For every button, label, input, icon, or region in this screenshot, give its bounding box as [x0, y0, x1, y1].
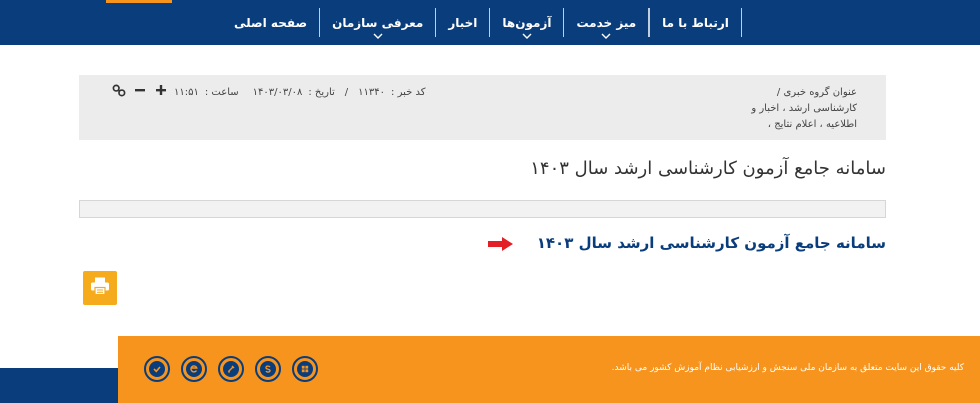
news-code-label: کد خبر :: [391, 86, 426, 98]
footer: کلیه حقوق این سایت متعلق به سازمان ملی س…: [118, 336, 980, 403]
print-icon: [90, 277, 110, 299]
copyright-text: کلیه حقوق این سایت متعلق به سازمان ملی س…: [611, 363, 964, 373]
news-group-label: عنوان گروه خبری /: [776, 87, 857, 98]
nav-item-about[interactable]: معرفی سازمان: [320, 8, 437, 39]
chevron-down-icon: [373, 33, 383, 39]
social-check-icon[interactable]: [144, 356, 170, 382]
arrow-right-icon: [487, 236, 513, 251]
article-link-row: سامانه جامع آزمون کارشناسی ارشد سال ۱۴۰۳: [487, 234, 886, 252]
print-button[interactable]: [83, 271, 117, 305]
nav-item-label: صفحه اصلی: [234, 15, 308, 30]
nav-item-label: اخبار: [448, 15, 478, 30]
font-size-tools: [112, 83, 168, 97]
social-e-icon[interactable]: [181, 356, 207, 382]
main-menu: صفحه اصلی معرفی سازمان اخبار آزمون‌ها می…: [222, 8, 744, 39]
content-divider-bar: [79, 200, 886, 218]
minus-icon[interactable]: [133, 83, 147, 97]
chevron-down-icon: [522, 33, 532, 39]
plus-icon[interactable]: [154, 83, 168, 97]
news-group-link[interactable]: کارشناسی ارشد ، اخبار و: [697, 101, 857, 117]
social-grid-icon[interactable]: [292, 356, 318, 382]
nav-item-contact[interactable]: ارتباط با ما: [649, 8, 742, 37]
news-date-value: ۱۴۰۳/۰۳/۰۸: [252, 86, 303, 98]
page-title: سامانه جامع آزمون کارشناسی ارشد سال ۱۴۰۳: [530, 158, 886, 179]
link-icon[interactable]: [112, 83, 126, 97]
nav-item-home[interactable]: صفحه اصلی: [222, 8, 321, 37]
news-time-value: ۱۱:۵۱: [174, 86, 199, 98]
nav-item-label: ارتباط با ما: [662, 15, 729, 30]
chevron-down-icon: [601, 33, 611, 39]
social-links: [144, 356, 318, 382]
news-date-label: تاریخ :: [308, 86, 335, 98]
news-info: کد خبر : ۱۱۳۴۰ / تاریخ : ۱۴۰۳/۰۳/۰۸ ساعت…: [174, 84, 425, 100]
meta-separator: /: [344, 86, 349, 98]
footer-dark-block: [0, 368, 118, 403]
news-code-value: ۱۱۳۴۰: [358, 86, 386, 98]
nav-item-label: میز خدمت: [576, 15, 637, 30]
social-s-icon[interactable]: [255, 356, 281, 382]
news-meta-box: عنوان گروه خبری / کارشناسی ارشد ، اخبار …: [79, 75, 886, 140]
news-group-link[interactable]: اطلاعیه ، اعلام نتایج ،: [697, 117, 857, 133]
nav-item-service-desk[interactable]: میز خدمت: [564, 8, 650, 39]
nav-item-label: آزمون‌ها: [502, 15, 552, 30]
article-link[interactable]: سامانه جامع آزمون کارشناسی ارشد سال ۱۴۰۳: [537, 234, 886, 252]
news-time-label: ساعت :: [204, 86, 239, 98]
news-group-breadcrumb: عنوان گروه خبری / کارشناسی ارشد ، اخبار …: [697, 85, 857, 133]
top-navigation-bar: صفحه اصلی معرفی سازمان اخبار آزمون‌ها می…: [0, 0, 980, 45]
top-accent-strip: [106, 0, 172, 3]
social-pen-icon[interactable]: [218, 356, 244, 382]
nav-item-news[interactable]: اخبار: [436, 8, 491, 37]
nav-item-exams[interactable]: آزمون‌ها: [490, 8, 565, 39]
nav-item-label: معرفی سازمان: [332, 15, 424, 30]
